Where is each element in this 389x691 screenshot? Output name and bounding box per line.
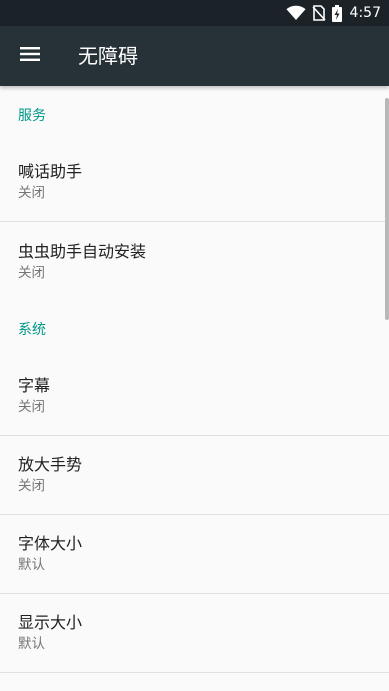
battery-charging-icon (331, 4, 342, 22)
hamburger-menu-icon (20, 46, 40, 66)
wifi-icon (286, 5, 306, 21)
settings-list: 服务 喊话助手 关闭 虫虫助手自动安装 关闭 系统 字幕 关闭 放大手势 关闭 … (0, 86, 389, 691)
status-bar: 4:57 (0, 0, 389, 26)
setting-item[interactable]: 字幕 关闭 (0, 357, 389, 436)
page-title: 无障碍 (78, 44, 138, 68)
setting-title: 虫虫助手自动安装 (18, 241, 147, 261)
category-header-system: 系统 (18, 322, 46, 338)
setting-item[interactable]: 喊话助手 关闭 (0, 143, 389, 222)
setting-summary: 默认 (18, 557, 45, 573)
setting-item[interactable]: 放大手势 关闭 (0, 436, 389, 515)
setting-title: 字幕 (18, 376, 51, 395)
menu-button[interactable] (10, 36, 50, 76)
setting-summary: 默认 (18, 636, 45, 652)
status-clock: 4:57 (349, 5, 381, 21)
setting-summary: 关闭 (18, 399, 45, 415)
setting-item[interactable]: 显示大小 默认 (0, 594, 389, 673)
setting-title: 显示大小 (18, 613, 83, 632)
setting-title: 放大手势 (18, 455, 83, 474)
setting-summary: 关闭 (18, 264, 45, 281)
setting-item[interactable]: 虫虫助手自动安装 关闭 (0, 222, 389, 301)
setting-item[interactable]: 字体大小 默认 (0, 515, 389, 594)
category-header-services: 服务 (18, 107, 46, 124)
setting-summary: 关闭 (18, 478, 45, 494)
no-sim-icon (311, 5, 326, 21)
status-icons: 4:57 (286, 0, 381, 26)
app-toolbar: 无障碍 (0, 26, 389, 86)
setting-title: 喊话助手 (18, 162, 83, 181)
setting-summary: 关闭 (18, 185, 45, 201)
setting-title: 字体大小 (18, 534, 83, 553)
scrollbar[interactable] (385, 98, 389, 320)
